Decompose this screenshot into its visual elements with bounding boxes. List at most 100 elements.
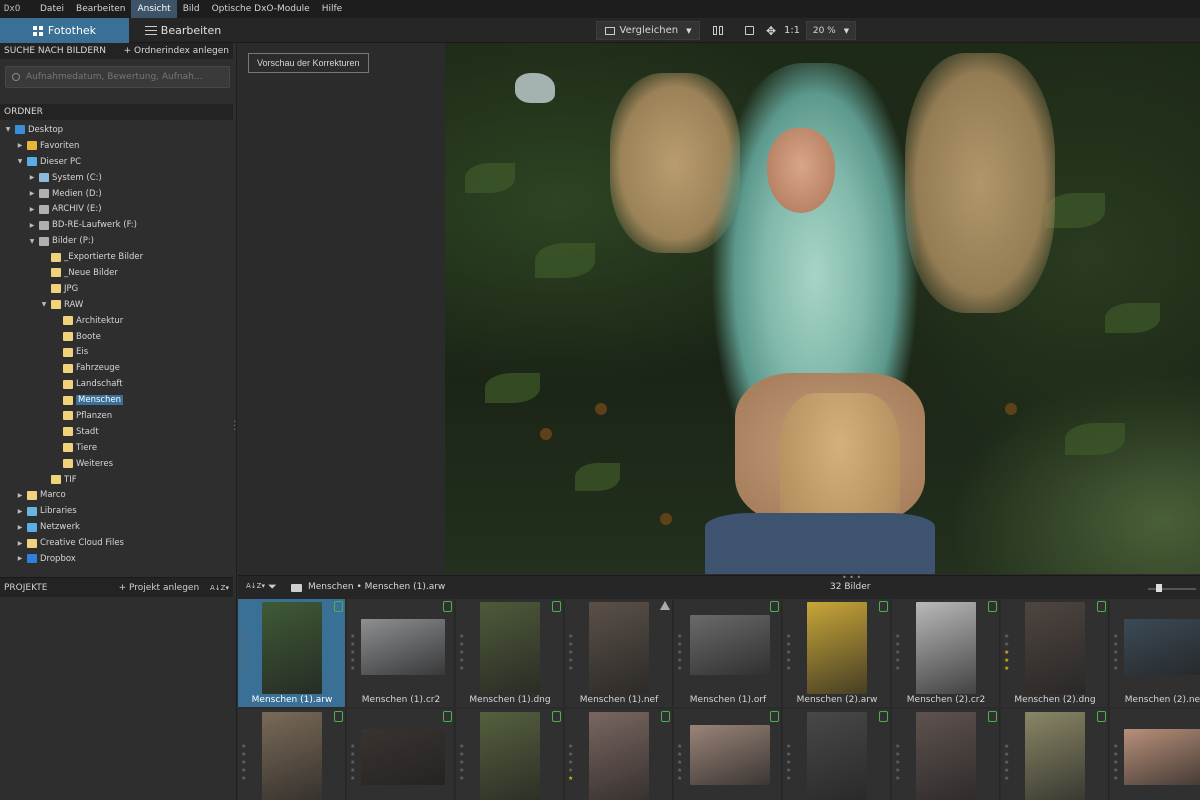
- sort-az-icon[interactable]: A↓Z▾: [246, 582, 265, 590]
- zoom-100-button[interactable]: 1:1: [782, 21, 802, 40]
- menu-bild[interactable]: Bild: [177, 0, 206, 18]
- menu-optische-module[interactable]: Optische DxO-Module: [206, 0, 316, 18]
- create-index-button[interactable]: + Ordnerindex anlegen: [124, 46, 229, 56]
- star-rating[interactable]: ★ ★ ★ ★ ★: [459, 633, 465, 673]
- expand-open-icon[interactable]: ▼: [16, 158, 24, 165]
- thumbnail-cell[interactable]: ★ ★ ★ ★ ★: [238, 709, 346, 800]
- folder-item[interactable]: ▶ System (C:): [0, 170, 233, 186]
- star-rating[interactable]: ★ ★ ★ ★ ★: [895, 633, 901, 673]
- folder-item[interactable]: ▶ Marco: [0, 487, 233, 503]
- folder-item[interactable]: _Neue Bilder: [0, 265, 233, 281]
- expand-open-icon[interactable]: ▼: [28, 238, 36, 245]
- star-rating[interactable]: ★ ★ ★ ★ ★: [350, 743, 356, 783]
- folder-item[interactable]: Fahrzeuge: [0, 360, 233, 376]
- folder-item[interactable]: Tiere: [0, 440, 233, 456]
- split-view-button[interactable]: [708, 21, 728, 40]
- folder-item[interactable]: ▶ BD-RE-Laufwerk (F:): [0, 217, 233, 233]
- thumbnail-cell[interactable]: ★ ★ ★ ★ ★: [892, 709, 1000, 800]
- thumbnail-cell[interactable]: ★ ★ ★ ★ ★ Menschen (1).cr2: [347, 599, 455, 707]
- folder-item[interactable]: Landschaft: [0, 376, 233, 392]
- star-rating[interactable]: ★ ★ ★ ★ ★: [786, 633, 792, 673]
- zoom-select[interactable]: 20 % ▼: [806, 21, 856, 40]
- expand-closed-icon[interactable]: ▶: [16, 540, 24, 547]
- thumbnail-cell[interactable]: ★ ★ ★ ★ ★: [1001, 709, 1109, 800]
- search-input[interactable]: [26, 72, 226, 82]
- create-project-button[interactable]: + Projekt anlegen: [119, 583, 200, 593]
- star-rating[interactable]: ★ ★ ★ ★ ★: [350, 633, 356, 673]
- filmstrip-resize-handle[interactable]: • • •: [842, 573, 861, 582]
- folder-item[interactable]: ▼ Bilder (P:): [0, 233, 233, 249]
- expand-closed-icon[interactable]: ▶: [16, 492, 24, 499]
- thumbnail-cell[interactable]: ★ ★ ★ ★ ★: [783, 709, 891, 800]
- folder-item[interactable]: ▶ Favoriten: [0, 138, 233, 154]
- expand-open-icon[interactable]: ▼: [4, 126, 12, 133]
- thumbnail-cell[interactable]: ★ ★ ★ ★ ★ Menschen (1).orf: [674, 599, 782, 707]
- sort-az-icon[interactable]: A↓Z▾: [210, 584, 229, 592]
- thumbnail-cell[interactable]: ★ ★ ★ ★ ★ Menschen (2).arw: [783, 599, 891, 707]
- thumbnail-size-knob[interactable]: [1156, 584, 1162, 592]
- thumbnail-cell[interactable]: ★ ★ ★ ★ ★: [1110, 709, 1200, 800]
- folder-item[interactable]: ▼ Desktop: [0, 122, 233, 138]
- menu-hilfe[interactable]: Hilfe: [316, 0, 348, 18]
- expand-closed-icon[interactable]: ▶: [28, 174, 36, 181]
- folder-item[interactable]: ▼ Dieser PC: [0, 154, 233, 170]
- folder-item[interactable]: TIF: [0, 472, 233, 488]
- folder-item[interactable]: ▶ ARCHIV (E:): [0, 201, 233, 217]
- menu-bearbeiten[interactable]: Bearbeiten: [70, 0, 131, 18]
- compare-button[interactable]: Vergleichen ▼: [596, 21, 700, 40]
- folder-item[interactable]: ▼ RAW: [0, 297, 233, 313]
- thumbnail-cell[interactable]: ★ ★ ★ ★ ★ Menschen (2).cr2: [892, 599, 1000, 707]
- folder-item[interactable]: Boote: [0, 329, 233, 345]
- tab-fotothek[interactable]: Fotothek: [0, 18, 129, 43]
- star-rating[interactable]: ★ ★ ★ ★ ★: [1113, 743, 1119, 783]
- panel-resize-handle[interactable]: · · ·: [233, 418, 236, 436]
- folder-item[interactable]: Weiteres: [0, 456, 233, 472]
- star-rating[interactable]: ★ ★ ★ ★ ★: [241, 633, 247, 673]
- filter-icon[interactable]: ⏷: [268, 580, 277, 594]
- star-rating[interactable]: ★ ★ ★ ★ ★: [1113, 633, 1119, 673]
- thumbnail-cell[interactable]: ★ ★ ★ ★ ★: [456, 709, 564, 800]
- folder-item[interactable]: JPG: [0, 281, 233, 297]
- star-rating[interactable]: ★ ★ ★ ★ ★: [568, 743, 574, 783]
- star-rating[interactable]: ★ ★ ★ ★ ★: [677, 743, 683, 783]
- thumbnail-cell[interactable]: ★ ★ ★ ★ ★ Menschen (2).nef: [1110, 599, 1200, 707]
- folder-item[interactable]: ▶ Creative Cloud Files: [0, 535, 233, 551]
- star-rating[interactable]: ★ ★ ★ ★ ★: [786, 743, 792, 783]
- move-button[interactable]: ✥: [762, 21, 780, 40]
- thumbnail-cell[interactable]: ★ ★ ★ ★ ★ Menschen (1).arw: [238, 599, 346, 707]
- expand-closed-icon[interactable]: ▶: [28, 190, 36, 197]
- star-rating[interactable]: ★ ★ ★ ★ ★: [1004, 633, 1010, 673]
- expand-closed-icon[interactable]: ▶: [16, 508, 24, 515]
- thumbnail-cell[interactable]: ★ ★ ★ ★ ★: [347, 709, 455, 800]
- crop-button[interactable]: [740, 21, 758, 40]
- folder-item[interactable]: ▶ Dropbox: [0, 551, 233, 567]
- thumbnail-cell[interactable]: ★ ★ ★ ★ ★ Menschen (1).nef: [565, 599, 673, 707]
- folder-item[interactable]: ▶ Medien (D:): [0, 186, 233, 202]
- expand-closed-icon[interactable]: ▶: [16, 524, 24, 531]
- folder-item[interactable]: ▶ Libraries: [0, 503, 233, 519]
- path-folder[interactable]: Menschen: [308, 582, 354, 592]
- thumbnail-cell[interactable]: ★ ★ ★ ★ ★ Menschen (2).dng: [1001, 599, 1109, 707]
- star-rating[interactable]: ★ ★ ★ ★ ★: [568, 633, 574, 673]
- expand-open-icon[interactable]: ▼: [40, 301, 48, 308]
- preview-corrections-button[interactable]: Vorschau der Korrekturen: [248, 53, 369, 73]
- folder-item[interactable]: _Exportierte Bilder: [0, 249, 233, 265]
- thumbnail-cell[interactable]: ★ ★ ★ ★ ★: [674, 709, 782, 800]
- star-rating[interactable]: ★ ★ ★ ★ ★: [459, 743, 465, 783]
- menu-datei[interactable]: Datei: [34, 0, 70, 18]
- main-image-viewer[interactable]: [445, 43, 1200, 574]
- tab-bearbeiten[interactable]: Bearbeiten: [129, 18, 237, 43]
- star-rating[interactable]: ★ ★ ★ ★ ★: [677, 633, 683, 673]
- expand-closed-icon[interactable]: ▶: [16, 555, 24, 562]
- expand-closed-icon[interactable]: ▶: [28, 222, 36, 229]
- search-field[interactable]: [5, 66, 230, 88]
- folder-item[interactable]: Eis: [0, 344, 233, 360]
- menu-ansicht[interactable]: Ansicht: [131, 0, 177, 18]
- folder-item[interactable]: Architektur: [0, 313, 233, 329]
- folder-item[interactable]: ▶ Netzwerk: [0, 519, 233, 535]
- expand-closed-icon[interactable]: ▶: [28, 206, 36, 213]
- star-rating[interactable]: ★ ★ ★ ★ ★: [895, 743, 901, 783]
- folder-item[interactable]: Pflanzen: [0, 408, 233, 424]
- thumbnail-cell[interactable]: ★ ★ ★ ★ ★ Menschen (1).dng: [456, 599, 564, 707]
- star-rating[interactable]: ★ ★ ★ ★ ★: [241, 743, 247, 783]
